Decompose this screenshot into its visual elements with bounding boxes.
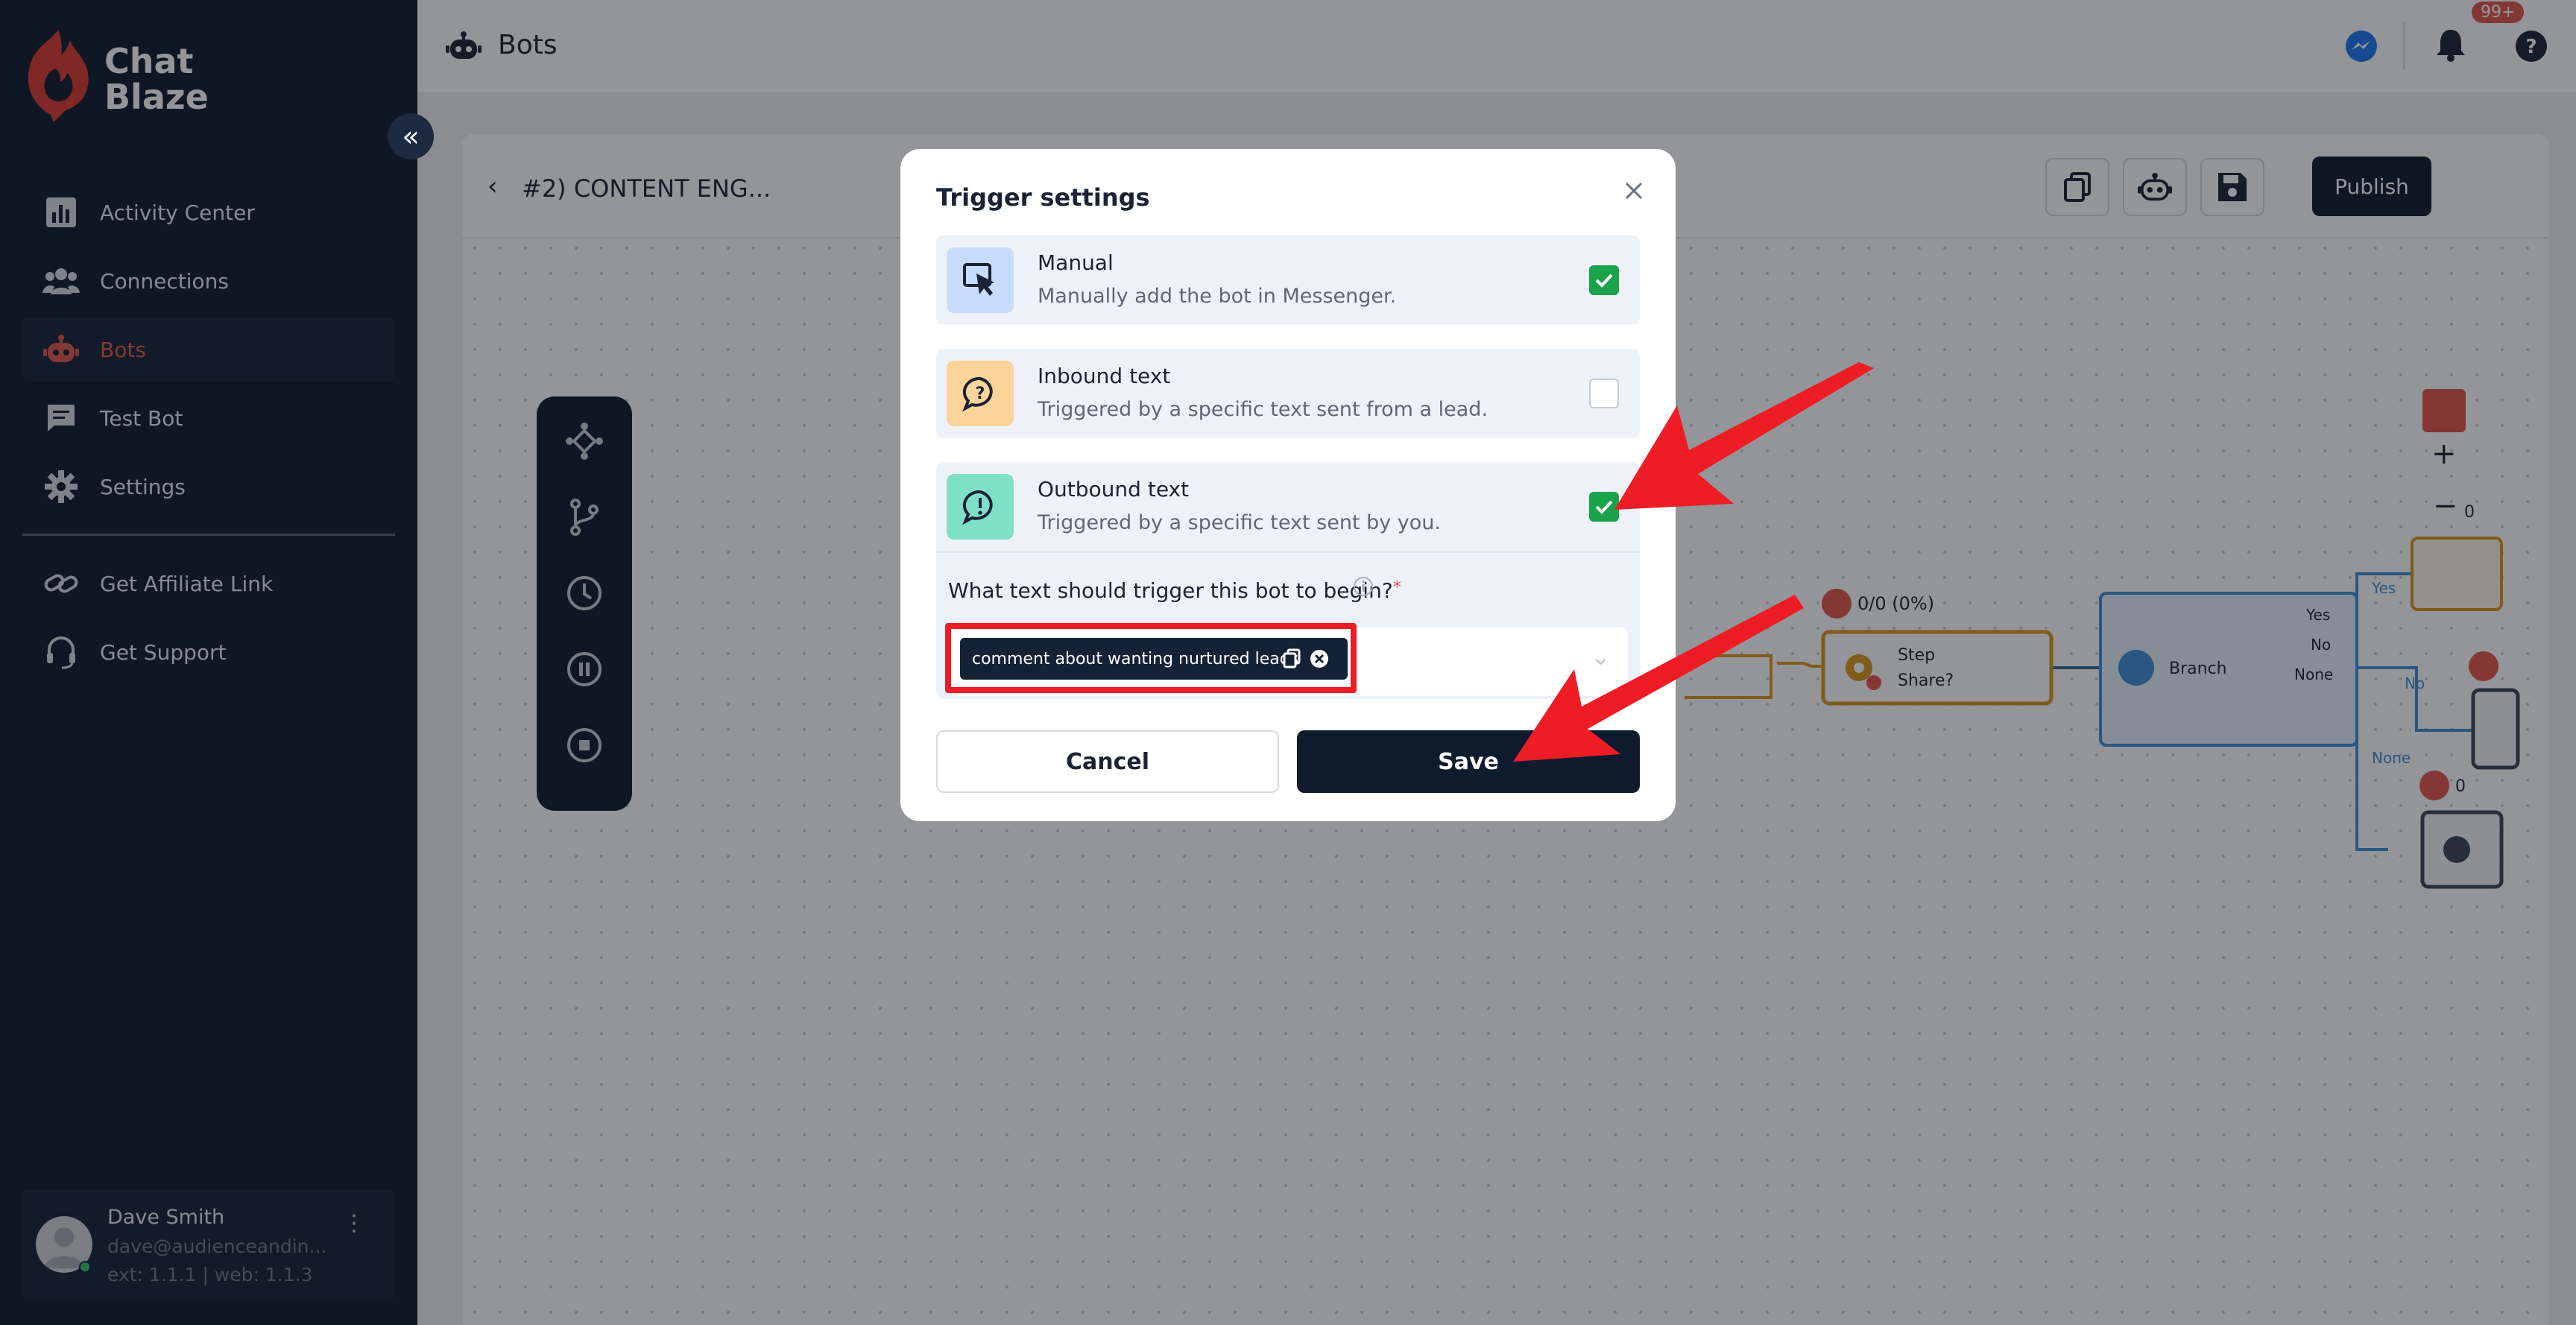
check-icon (1595, 500, 1613, 514)
inbound-text-checkbox[interactable] (1589, 379, 1619, 408)
option-title: Manual (1038, 250, 1114, 275)
trigger-option-manual[interactable]: Manual Manually add the bot in Messenger… (936, 235, 1640, 325)
modal-title: Trigger settings (936, 183, 1150, 212)
highlight-box (945, 623, 1357, 693)
info-icon[interactable] (1352, 575, 1374, 598)
manual-checkbox[interactable] (1589, 265, 1619, 295)
svg-text:?: ? (976, 385, 985, 403)
chevron-down-icon[interactable]: ⌄ (1591, 642, 1611, 671)
trigger-text-question: What text should trigger this bot to beg… (948, 578, 1393, 603)
option-title: Inbound text (1038, 364, 1171, 388)
close-icon[interactable] (1616, 173, 1652, 209)
required-mark: * (1392, 578, 1401, 597)
option-description: Manually add the bot in Messenger. (1038, 285, 1397, 308)
check-icon (1595, 273, 1613, 288)
collapse-sidebar-button[interactable]: « (388, 113, 434, 159)
option-title: Outbound text (1038, 477, 1190, 502)
save-button[interactable]: Save (1297, 730, 1640, 793)
trigger-text-label: What text should trigger this bot to beg… (948, 578, 1401, 603)
trigger-option-outbound-text[interactable]: Outbound text Triggered by a specific te… (936, 462, 1640, 551)
trigger-settings-modal: Trigger settings Manual Manually add the… (900, 149, 1676, 821)
trigger-option-inbound-text[interactable]: ? Inbound text Triggered by a specific t… (936, 349, 1640, 438)
cancel-button[interactable]: Cancel (936, 730, 1279, 793)
exclamation-bubble-icon (947, 474, 1014, 540)
cursor-click-icon (947, 247, 1014, 313)
question-bubble-icon: ? (947, 361, 1014, 426)
chevrons-left-icon: « (402, 120, 420, 153)
option-description: Triggered by a specific text sent from a… (1038, 398, 1489, 421)
outbound-text-checkbox[interactable] (1589, 492, 1619, 522)
option-description: Triggered by a specific text sent by you… (1038, 511, 1442, 534)
